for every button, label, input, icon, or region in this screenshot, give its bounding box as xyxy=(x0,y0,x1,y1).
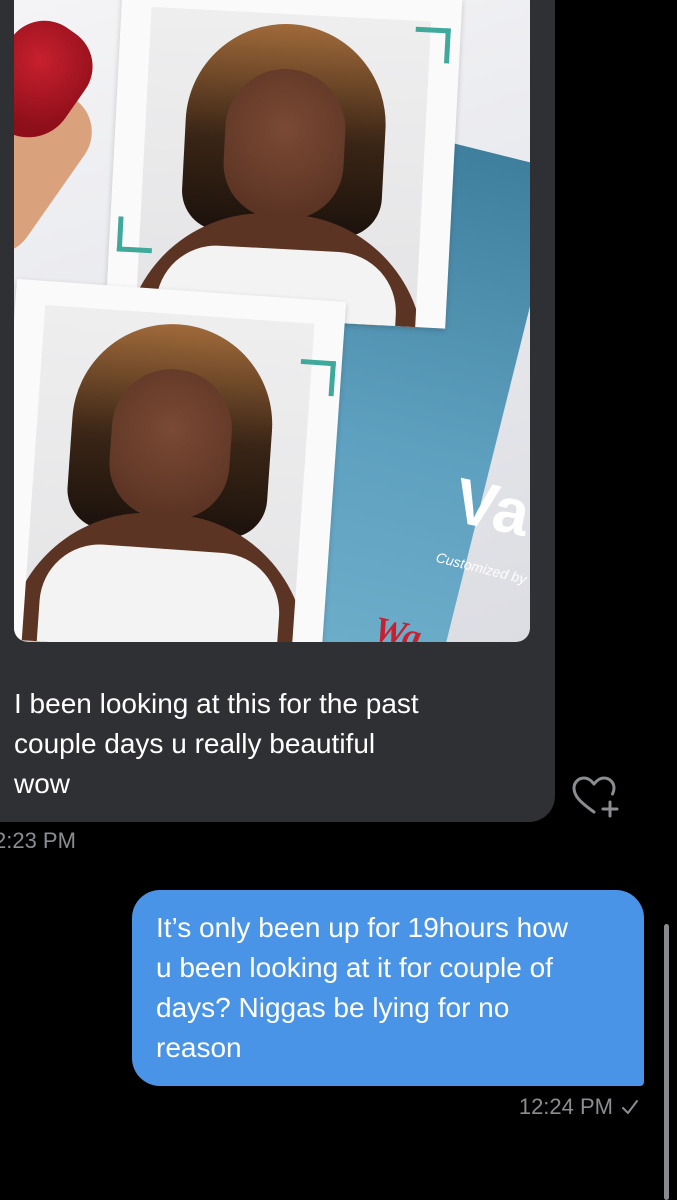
incoming-timestamp: 2:23 PM xyxy=(0,828,76,853)
corner-mark-icon xyxy=(298,358,336,397)
outgoing-meta: 12:24 PM xyxy=(519,1094,639,1120)
incoming-message-text: I been looking at this for the past coup… xyxy=(14,688,419,799)
scrollbar[interactable] xyxy=(664,924,669,1200)
heart-plus-icon[interactable] xyxy=(570,774,622,818)
passport-photo-bottom xyxy=(14,278,347,642)
outgoing-message-bubble[interactable]: It’s only been up for 19hours how u been… xyxy=(132,890,644,1086)
attached-photo[interactable]: Va Customized by Wa xyxy=(14,0,530,642)
photo-brand-label: Va xyxy=(448,464,530,550)
corner-mark-icon xyxy=(414,26,451,64)
checkmark-icon xyxy=(622,1100,638,1114)
face-top xyxy=(220,65,349,223)
portrait-bottom xyxy=(21,304,315,642)
incoming-message-bubble[interactable]: Va Customized by Wa I been looking at th… xyxy=(0,0,555,822)
portrait-top xyxy=(135,6,432,328)
outgoing-timestamp: 12:24 PM xyxy=(518,1094,613,1119)
corner-mark-icon xyxy=(116,216,154,254)
outgoing-message-text: It’s only been up for 19hours how u been… xyxy=(156,912,568,1063)
passport-photo-top xyxy=(105,0,463,329)
